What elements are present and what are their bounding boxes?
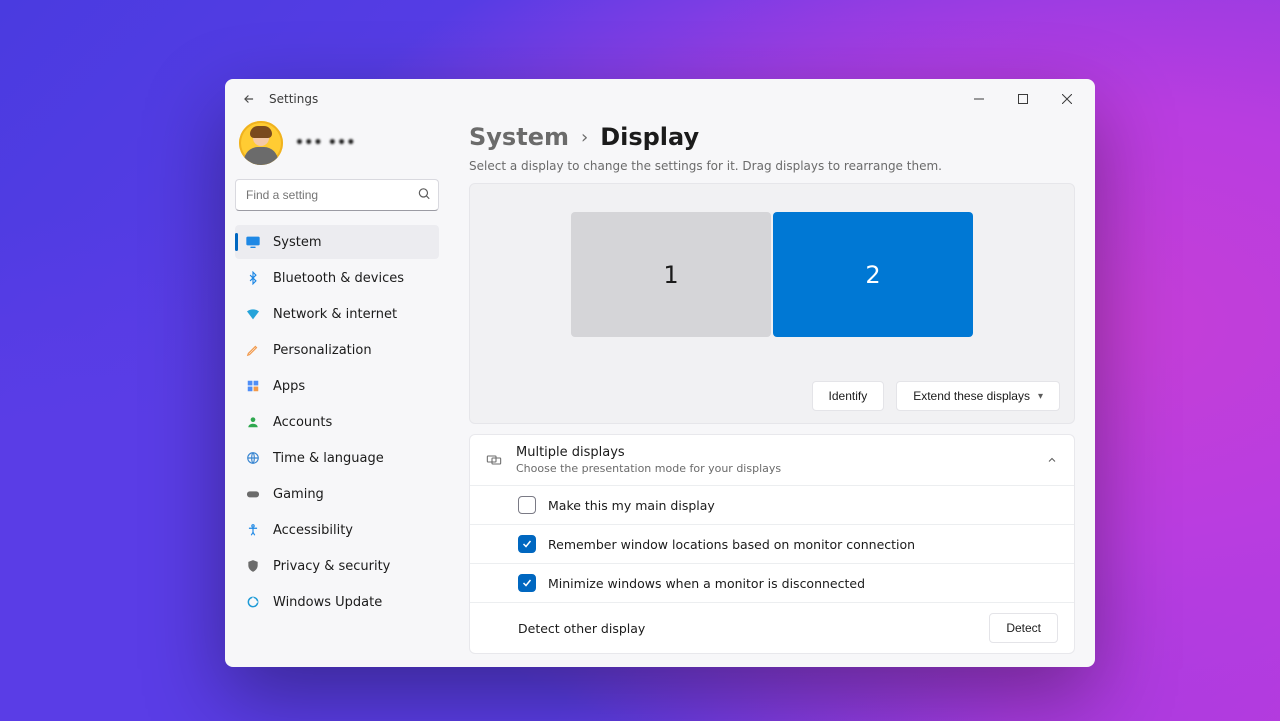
- chevron-down-icon: ▾: [1038, 391, 1043, 402]
- search-icon: [417, 186, 431, 205]
- sidebar-item-gaming[interactable]: Gaming: [235, 477, 439, 511]
- sidebar-item-privacy[interactable]: Privacy & security: [235, 549, 439, 583]
- sidebar-item-label: Gaming: [273, 487, 324, 502]
- accessibility-icon: [245, 522, 261, 538]
- globe-icon: [245, 450, 261, 466]
- button-label: Identify: [829, 389, 868, 403]
- update-icon: [245, 594, 261, 610]
- sidebar-item-label: Windows Update: [273, 595, 382, 610]
- panel-subtitle: Choose the presentation mode for your di…: [516, 462, 781, 475]
- titlebar: Settings: [225, 79, 1095, 119]
- monitor-label: 2: [865, 261, 880, 289]
- breadcrumb-parent[interactable]: System: [469, 123, 569, 151]
- detect-button[interactable]: Detect: [989, 613, 1058, 643]
- monitor-1[interactable]: 1: [571, 212, 771, 337]
- option-label: Make this my main display: [548, 498, 715, 513]
- sidebar-item-label: Personalization: [273, 343, 372, 358]
- person-icon: [245, 414, 261, 430]
- displays-icon: [486, 452, 502, 468]
- settings-window: Settings ••• •••: [225, 79, 1095, 667]
- sidebar-item-label: Privacy & security: [273, 559, 390, 574]
- checkbox-checked[interactable]: [518, 574, 536, 592]
- breadcrumb: System › Display: [469, 119, 1075, 151]
- window-controls: [957, 83, 1089, 115]
- sidebar-item-time[interactable]: Time & language: [235, 441, 439, 475]
- minimize-icon: [974, 94, 984, 104]
- maximize-icon: [1018, 94, 1028, 104]
- sidebar-item-apps[interactable]: Apps: [235, 369, 439, 403]
- sidebar-item-accessibility[interactable]: Accessibility: [235, 513, 439, 547]
- back-button[interactable]: [235, 85, 263, 113]
- system-icon: [245, 234, 261, 250]
- detect-row: Detect other display Detect: [470, 602, 1074, 653]
- sidebar-item-label: Apps: [273, 379, 305, 394]
- search-input[interactable]: [235, 179, 439, 211]
- wifi-icon: [245, 306, 261, 322]
- display-arrangement-card: 1 2 Identify Extend these displays ▾: [469, 183, 1075, 424]
- maximize-button[interactable]: [1001, 83, 1045, 115]
- option-main-display[interactable]: Make this my main display: [470, 485, 1074, 524]
- option-remember-windows[interactable]: Remember window locations based on monit…: [470, 524, 1074, 563]
- sidebar-item-network[interactable]: Network & internet: [235, 297, 439, 331]
- button-label: Extend these displays: [913, 389, 1030, 403]
- minimize-button[interactable]: [957, 83, 1001, 115]
- sidebar: ••• ••• System Bluetooth & devices: [225, 119, 449, 667]
- option-minimize-windows[interactable]: Minimize windows when a monitor is disco…: [470, 563, 1074, 602]
- panel-title: Multiple displays: [516, 445, 781, 460]
- content-area: System › Display Select a display to cha…: [449, 119, 1095, 667]
- sidebar-item-update[interactable]: Windows Update: [235, 585, 439, 619]
- page-hint: Select a display to change the settings …: [469, 159, 1075, 173]
- sidebar-item-label: System: [273, 235, 321, 250]
- button-label: Detect: [1006, 621, 1041, 635]
- sidebar-item-personalization[interactable]: Personalization: [235, 333, 439, 367]
- avatar: [239, 121, 283, 165]
- option-label: Remember window locations based on monit…: [548, 537, 915, 552]
- sidebar-item-label: Accounts: [273, 415, 332, 430]
- check-icon: [521, 538, 533, 550]
- checkbox-checked[interactable]: [518, 535, 536, 553]
- sidebar-item-system[interactable]: System: [235, 225, 439, 259]
- monitors-canvas[interactable]: 1 2: [484, 212, 1060, 337]
- profile[interactable]: ••• •••: [235, 119, 439, 179]
- extend-dropdown[interactable]: Extend these displays ▾: [896, 381, 1060, 411]
- sidebar-item-accounts[interactable]: Accounts: [235, 405, 439, 439]
- sidebar-item-label: Network & internet: [273, 307, 397, 322]
- identify-button[interactable]: Identify: [812, 381, 885, 411]
- panel-header[interactable]: Multiple displays Choose the presentatio…: [470, 435, 1074, 485]
- arrow-left-icon: [242, 92, 256, 106]
- monitor-label: 1: [663, 261, 678, 289]
- checkbox-unchecked[interactable]: [518, 496, 536, 514]
- sidebar-item-label: Bluetooth & devices: [273, 271, 404, 286]
- multiple-displays-panel: Multiple displays Choose the presentatio…: [469, 434, 1075, 654]
- sidebar-item-label: Accessibility: [273, 523, 353, 538]
- shield-icon: [245, 558, 261, 574]
- close-icon: [1062, 94, 1072, 104]
- apps-icon: [245, 378, 261, 394]
- chevron-up-icon: [1046, 451, 1058, 470]
- close-button[interactable]: [1045, 83, 1089, 115]
- chevron-right-icon: ›: [581, 127, 588, 148]
- gamepad-icon: [245, 486, 261, 502]
- profile-name: ••• •••: [295, 135, 356, 151]
- breadcrumb-current: Display: [600, 123, 699, 151]
- option-label: Minimize windows when a monitor is disco…: [548, 576, 865, 591]
- sidebar-nav: System Bluetooth & devices Network & int…: [235, 225, 439, 619]
- sidebar-item-bluetooth[interactable]: Bluetooth & devices: [235, 261, 439, 295]
- brush-icon: [245, 342, 261, 358]
- bluetooth-icon: [245, 270, 261, 286]
- check-icon: [521, 577, 533, 589]
- sidebar-item-label: Time & language: [273, 451, 384, 466]
- window-title: Settings: [269, 92, 318, 106]
- search-box: [235, 179, 439, 211]
- monitor-2[interactable]: 2: [773, 212, 973, 337]
- detect-label: Detect other display: [518, 621, 645, 636]
- desktop-wallpaper: Settings ••• •••: [0, 0, 1280, 721]
